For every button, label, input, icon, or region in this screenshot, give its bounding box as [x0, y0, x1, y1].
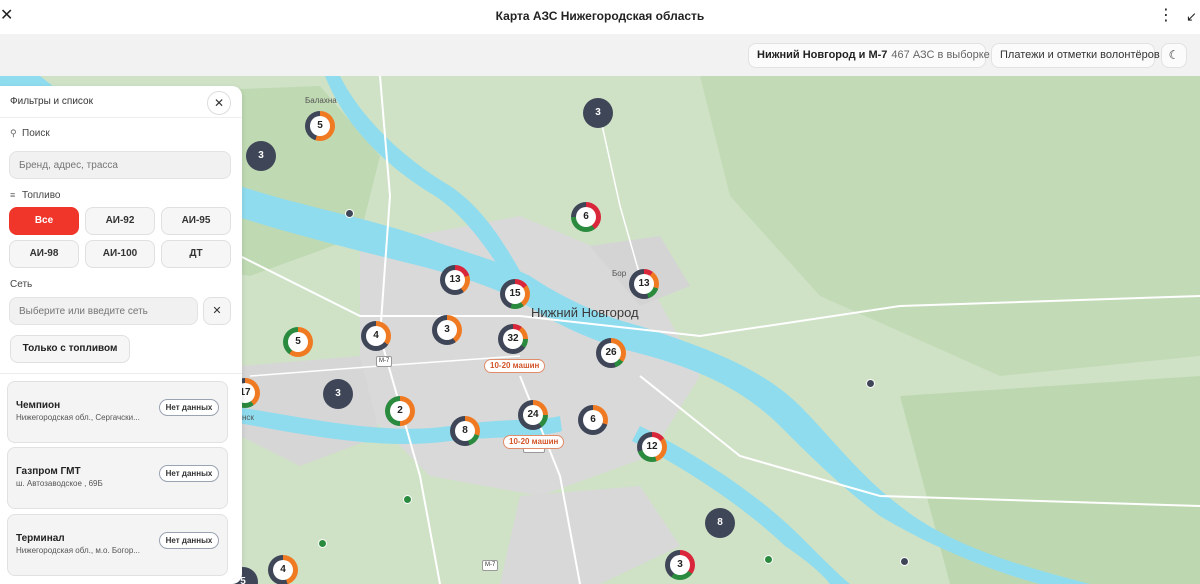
- top-bar: ✕ Карта АЗС Нижегородская область ⋮ ↙: [0, 0, 1200, 34]
- station-cluster[interactable]: 13: [440, 265, 470, 295]
- search-label: Поиск: [22, 128, 50, 139]
- road-label: М-7: [376, 356, 393, 367]
- station-card[interactable]: Терминал Нижегородская обл., м.о. Богор.…: [7, 514, 228, 576]
- station-cluster[interactable]: 3: [665, 550, 695, 580]
- station-address: ш. Автозаводское , 69Б: [16, 479, 103, 488]
- network-label: Сеть: [10, 279, 33, 290]
- station-cluster[interactable]: 3: [583, 98, 613, 128]
- station-name: Чемпион: [16, 400, 61, 411]
- station-cluster[interactable]: 12: [637, 432, 667, 462]
- station-marker[interactable]: [900, 557, 909, 566]
- region-name: Нижний Новгород и М-7: [757, 49, 888, 61]
- station-cluster[interactable]: 8: [450, 416, 480, 446]
- station-cluster[interactable]: 2: [385, 396, 415, 426]
- divider: [0, 373, 242, 374]
- station-card[interactable]: Газпром ГМТ ш. Автозаводское , 69Б Нет д…: [7, 447, 228, 509]
- only-with-fuel-button[interactable]: Только с топливом: [10, 335, 130, 363]
- fuel-filter-ai98[interactable]: АИ-98: [9, 240, 79, 268]
- filters-panel: Фильтры и список ✕ ⚲ Поиск ≡ Топливо Все А…: [0, 86, 242, 584]
- station-cluster[interactable]: 32: [498, 324, 528, 354]
- city-label: Нижний Новгород: [531, 305, 639, 320]
- panel-title: Фильтры и список: [10, 96, 93, 107]
- place-label: Бор: [612, 269, 627, 278]
- station-cluster[interactable]: 26: [596, 338, 626, 368]
- station-address: Нижегородская обл., Сергачски...: [16, 413, 140, 422]
- fuel-filter-all[interactable]: Все: [9, 207, 79, 235]
- traffic-badge[interactable]: 10-20 машин: [503, 435, 565, 449]
- network-input[interactable]: [9, 297, 198, 325]
- station-cluster[interactable]: 4: [268, 555, 298, 584]
- toolbar: Нижний Новгород и М-7 467 АЗС в выборке П…: [0, 34, 1200, 76]
- network-clear-button[interactable]: ✕: [203, 297, 231, 325]
- payments-button[interactable]: Платежи и отметки волонтёров: [991, 43, 1160, 68]
- panel-header: Фильтры и список ✕: [0, 86, 242, 118]
- status-badge: Нет данных: [159, 532, 219, 549]
- station-marker[interactable]: [318, 539, 327, 548]
- close-icon[interactable]: ✕: [207, 91, 231, 115]
- station-marker[interactable]: [764, 555, 773, 564]
- station-cluster[interactable]: 6: [571, 202, 601, 232]
- fuel-filter-diesel[interactable]: ДТ: [161, 240, 231, 268]
- station-cluster[interactable]: 3: [432, 315, 462, 345]
- station-name: Терминал: [16, 533, 65, 544]
- fuel-label: Топливо: [22, 190, 61, 201]
- collapse-icon[interactable]: ↙: [1186, 8, 1200, 26]
- station-card[interactable]: Чемпион Нижегородская обл., Сергачски...…: [7, 381, 228, 443]
- station-marker[interactable]: [866, 379, 875, 388]
- search-input[interactable]: [9, 151, 231, 179]
- station-cluster[interactable]: 5: [283, 327, 313, 357]
- road-label: М-7: [482, 560, 499, 571]
- station-cluster[interactable]: 13: [629, 269, 659, 299]
- region-selector[interactable]: Нижний Новгород и М-7 467 АЗС в выборке: [748, 43, 990, 68]
- fuel-section-label: ≡ Топливо: [10, 190, 61, 201]
- station-cluster[interactable]: 3: [246, 141, 276, 171]
- more-menu-icon[interactable]: ⋮: [1158, 6, 1174, 26]
- station-cluster[interactable]: 4: [361, 321, 391, 351]
- station-cluster[interactable]: 3: [323, 379, 353, 409]
- window-title: Карта АЗС Нижегородская область: [495, 9, 705, 23]
- search-icon: ⚲: [10, 128, 17, 138]
- status-badge: Нет данных: [159, 399, 219, 416]
- station-cluster[interactable]: 15: [500, 279, 530, 309]
- station-name: Газпром ГМТ: [16, 466, 81, 477]
- fuel-filter-ai100[interactable]: АИ-100: [85, 240, 155, 268]
- station-cluster[interactable]: 6: [578, 405, 608, 435]
- traffic-badge[interactable]: 10-20 машин: [484, 359, 546, 373]
- station-cluster[interactable]: 5: [305, 111, 335, 141]
- station-address: Нижегородская обл., м.о. Богор...: [16, 546, 140, 555]
- filter-icon: ≡: [10, 190, 16, 200]
- moon-icon[interactable]: ☾: [1161, 43, 1187, 68]
- search-section-label: ⚲ Поиск: [10, 128, 50, 139]
- station-marker[interactable]: [403, 495, 412, 504]
- fuel-filter-ai92[interactable]: АИ-92: [85, 207, 155, 235]
- station-marker[interactable]: [345, 209, 354, 218]
- place-label: Балахна: [305, 96, 337, 105]
- station-cluster[interactable]: 8: [705, 508, 735, 538]
- fuel-filter-ai95[interactable]: АИ-95: [161, 207, 231, 235]
- region-station-count: 467 АЗС в выборке: [891, 49, 990, 61]
- status-badge: Нет данных: [159, 465, 219, 482]
- station-cluster[interactable]: 24: [518, 400, 548, 430]
- place-label: нск: [242, 413, 254, 422]
